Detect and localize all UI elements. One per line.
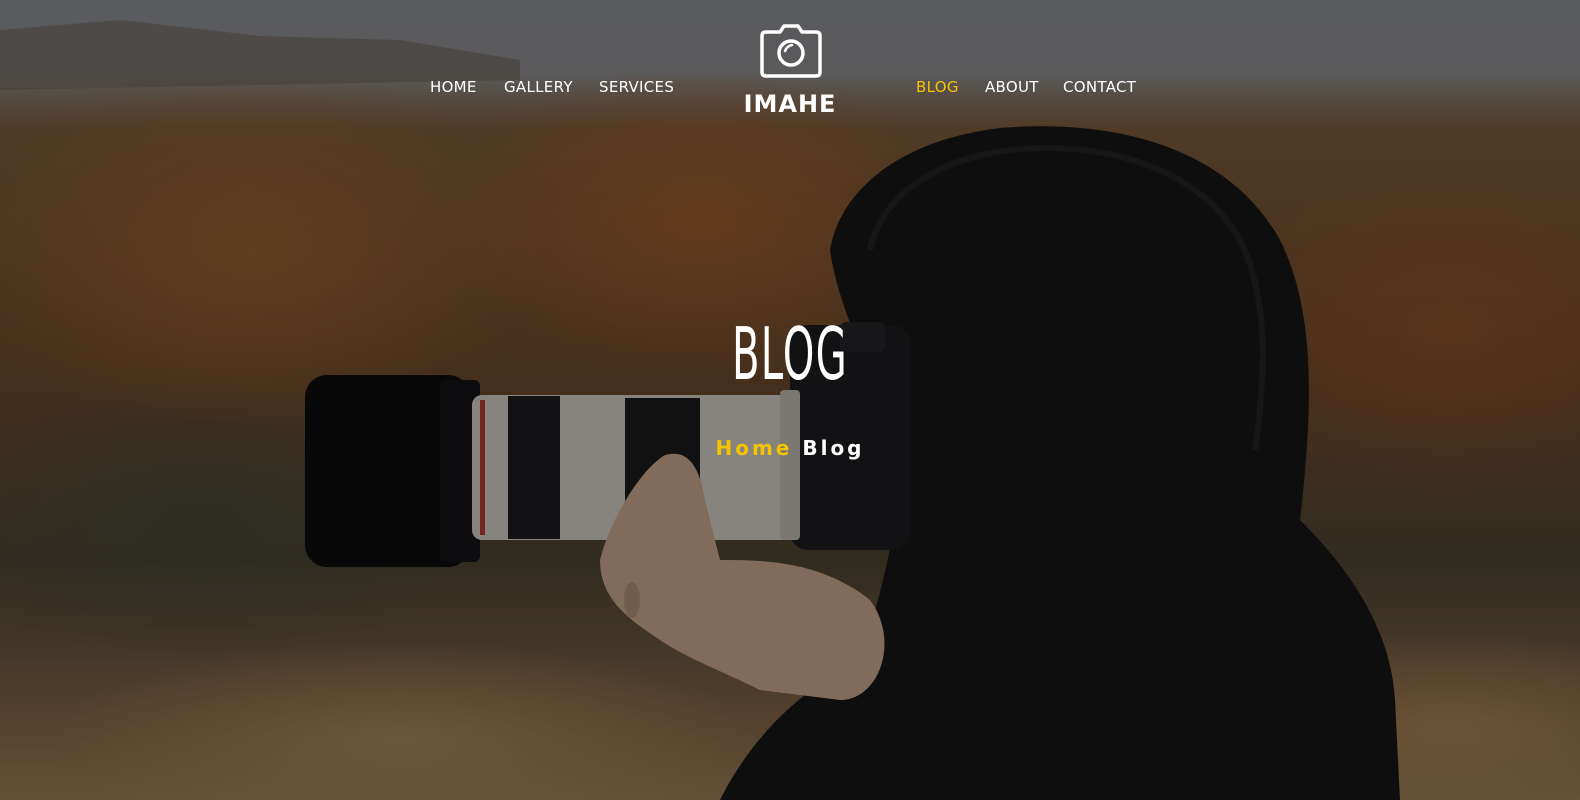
camera-icon[interactable] (760, 24, 822, 78)
nav-about[interactable]: ABOUT (985, 78, 1039, 96)
nav-gallery[interactable]: GALLERY (504, 78, 573, 96)
nav-blog[interactable]: BLOG (916, 78, 959, 96)
breadcrumb: Home Blog (590, 436, 990, 460)
breadcrumb-home-link[interactable]: Home (715, 436, 792, 460)
nav-services[interactable]: SERVICES (599, 78, 674, 96)
logo-text[interactable]: IMAHE (690, 90, 890, 118)
page-title: BLOG (731, 312, 849, 396)
hero-section: HOME GALLERY SERVICES IMAHE BLOG ABOUT C… (0, 0, 1580, 800)
nav-contact[interactable]: CONTACT (1063, 78, 1136, 96)
breadcrumb-current: Blog (802, 436, 865, 460)
dark-overlay (0, 0, 1580, 800)
nav-home[interactable]: HOME (430, 78, 477, 96)
